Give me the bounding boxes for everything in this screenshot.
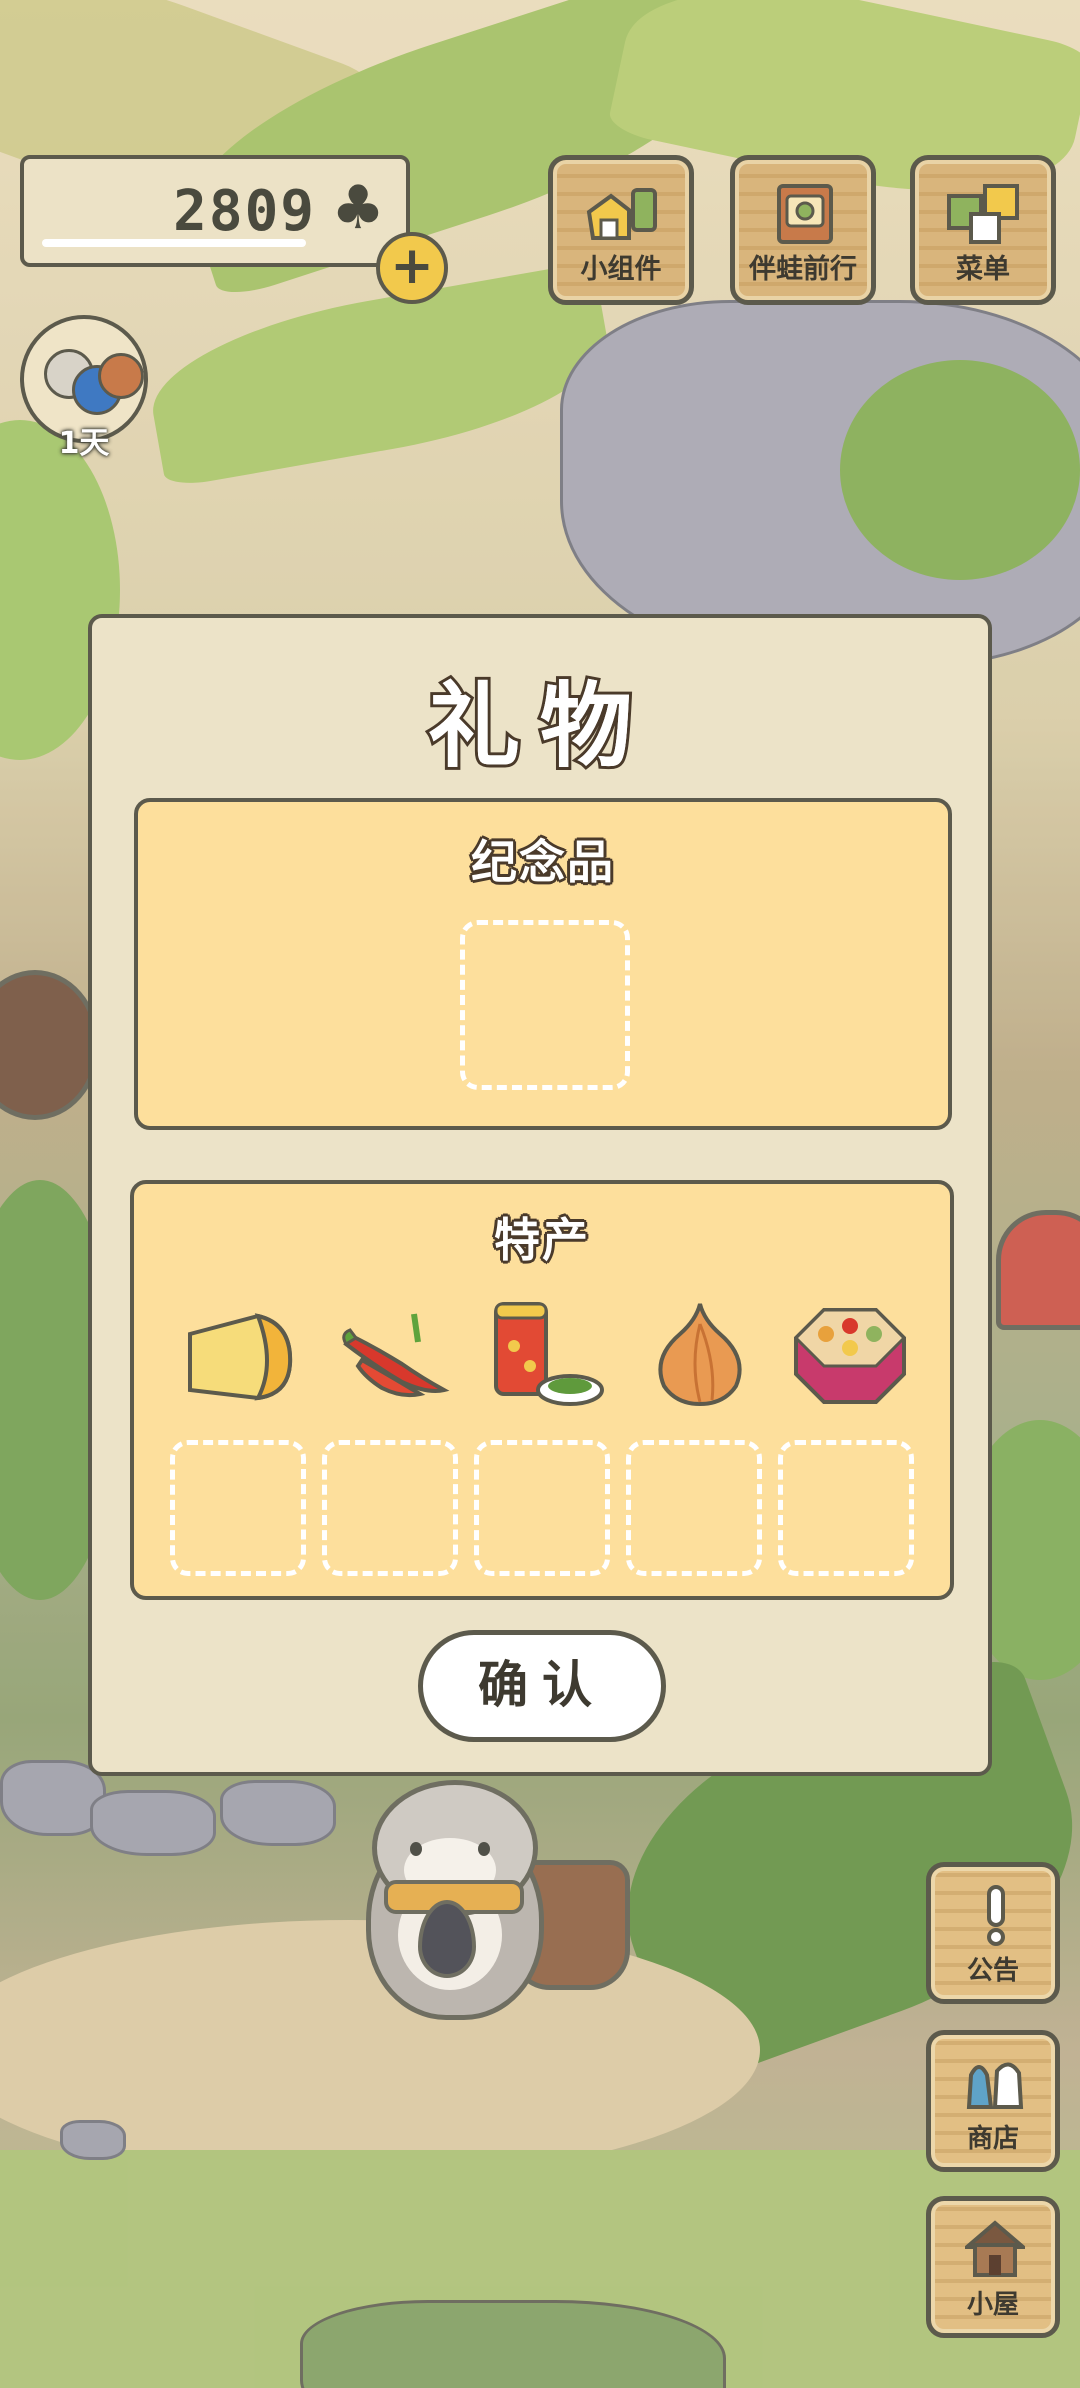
clover-count: 2809 (173, 179, 316, 244)
shop-button-label: 商店 (966, 2124, 1019, 2154)
shop-bags-icon (966, 2062, 1024, 2109)
counter-underline (42, 239, 306, 247)
game-scene: 2809 ♣ + 1天 小组件 伴蛙前行 菜单 公告 商店 小屋 礼物 礼物 纪… (0, 0, 1080, 2388)
souvenir-title: 纪念品 (471, 835, 615, 889)
gift-dialog: 礼物 礼物 纪念品 特产 确认 (88, 614, 992, 1776)
bento-box-icon[interactable] (790, 1294, 910, 1414)
journey-button[interactable]: 伴蛙前行 (730, 155, 876, 305)
visitor-day-label: 1天 (58, 426, 110, 461)
specialty-slot[interactable] (778, 1440, 914, 1576)
chili-pepper-icon[interactable] (332, 1294, 452, 1414)
specialty-slot[interactable] (170, 1440, 306, 1576)
widget-button-label: 小组件 (580, 254, 662, 285)
house-icon (965, 2220, 1025, 2277)
menu-button[interactable]: 菜单 (910, 155, 1056, 305)
menu-button-label: 菜单 (956, 254, 1010, 285)
specialty-slot[interactable] (474, 1440, 610, 1576)
menu-cards-icon (947, 184, 1019, 244)
specialty-slot[interactable] (322, 1440, 458, 1576)
add-clover-button[interactable]: + (376, 232, 448, 304)
exclamation-icon (987, 1885, 1005, 1946)
dialog-title-text: 礼物 (427, 673, 652, 780)
souvenir-slot[interactable] (460, 920, 630, 1090)
specialty-section: 特产 (130, 1180, 954, 1600)
specialty-title: 特产 (494, 1213, 590, 1267)
clover-counter: 2809 ♣ (20, 155, 410, 267)
tea-can-icon[interactable] (484, 1294, 604, 1414)
shop-button[interactable]: 商店 (926, 2030, 1060, 2172)
journey-button-label: 伴蛙前行 (749, 254, 857, 285)
widget-button[interactable]: 小组件 (548, 155, 694, 305)
specialty-slot[interactable] (626, 1440, 762, 1576)
house-button[interactable]: 小屋 (926, 2196, 1060, 2338)
cheese-icon[interactable] (180, 1294, 300, 1414)
journey-book-icon (777, 184, 833, 244)
visitor-avatar (98, 353, 144, 399)
house-button-label: 小屋 (966, 2290, 1019, 2320)
dialog-title: 礼物 礼物 (92, 652, 988, 785)
clover-icon: ♣ (331, 173, 385, 243)
souvenir-section: 纪念品 (134, 798, 952, 1130)
onion-icon[interactable] (640, 1294, 760, 1414)
notice-button-label: 公告 (966, 1956, 1019, 1986)
notice-button[interactable]: 公告 (926, 1862, 1060, 2004)
widget-icon (586, 188, 657, 240)
confirm-button[interactable]: 确认 (418, 1630, 666, 1742)
